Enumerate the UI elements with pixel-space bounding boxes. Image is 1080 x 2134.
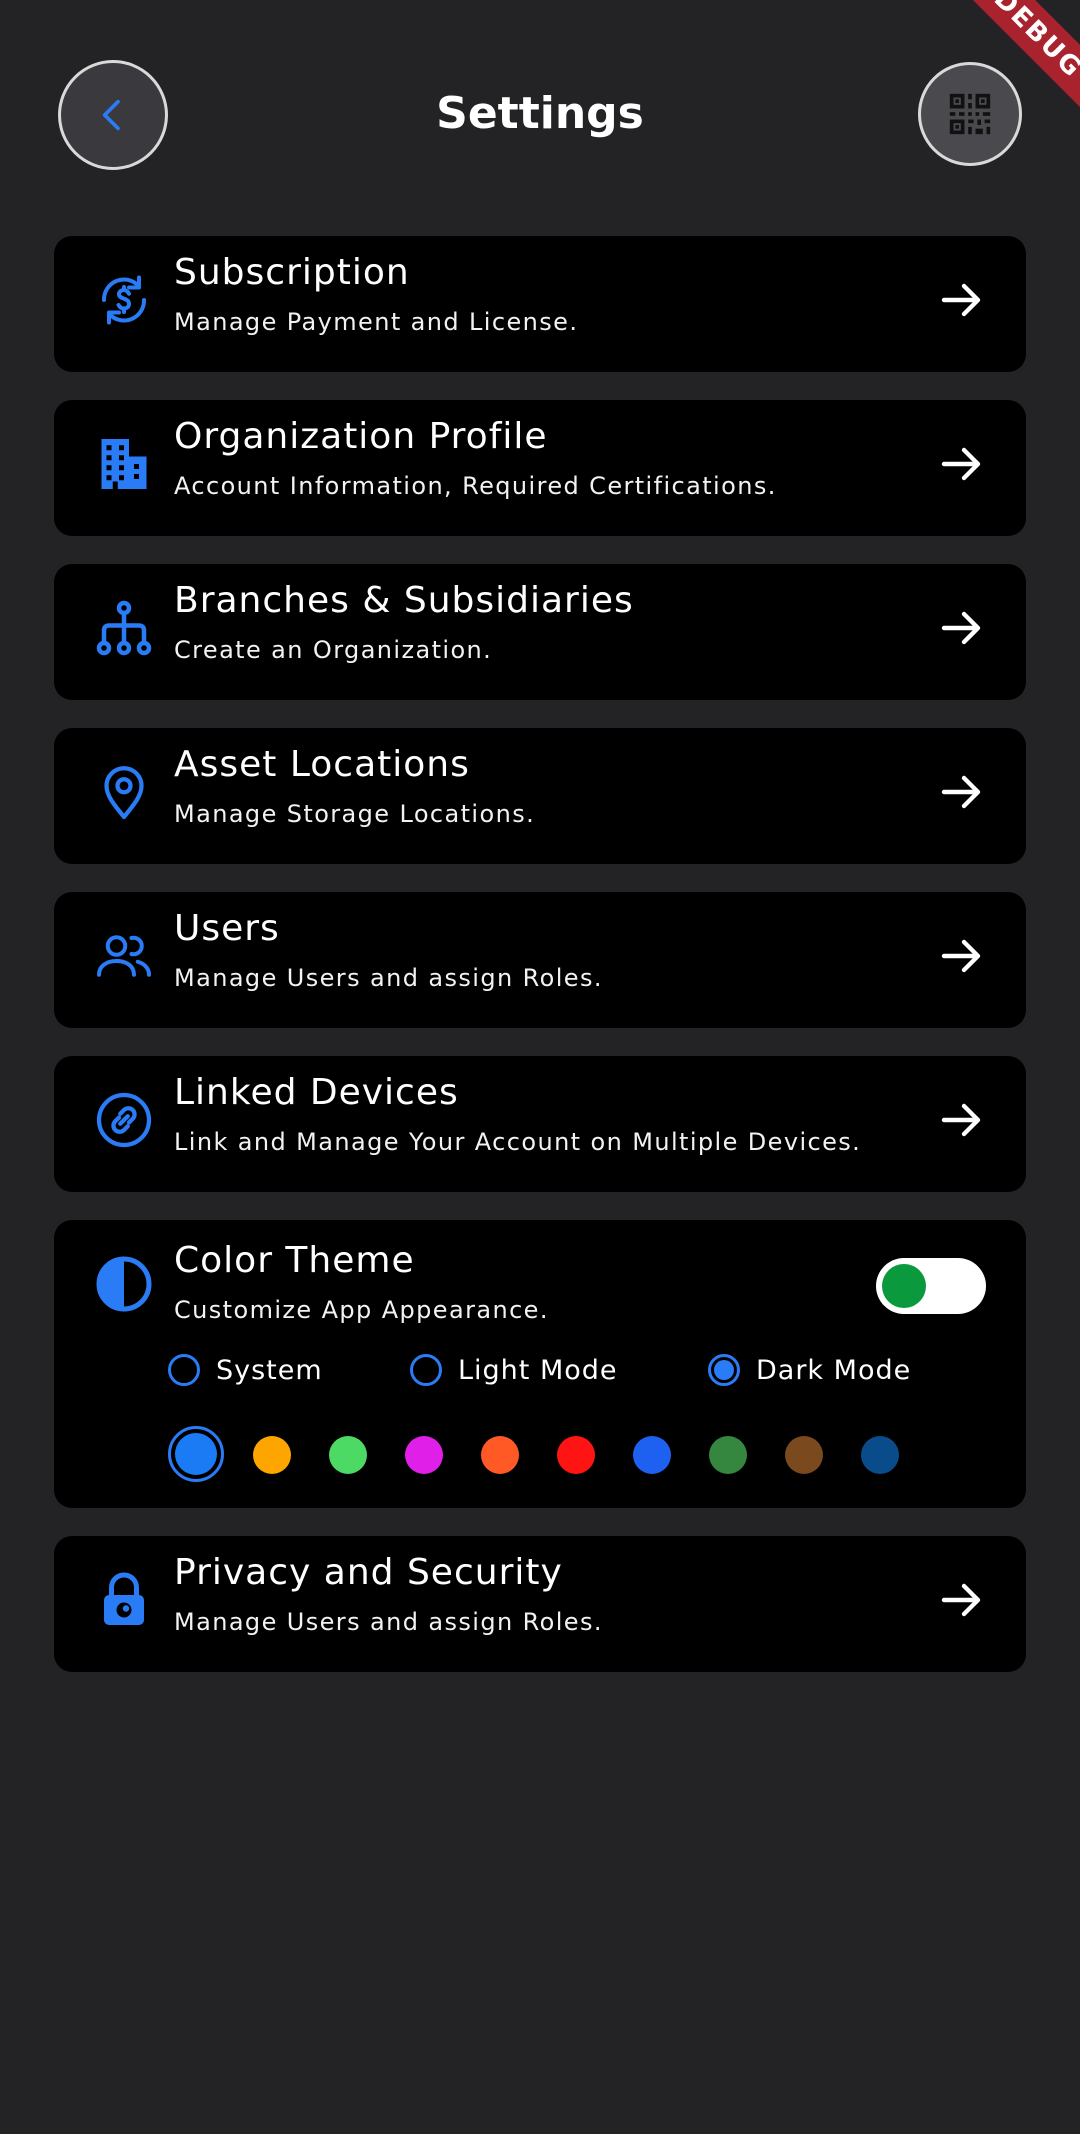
- color-swatch[interactable]: [329, 1436, 367, 1474]
- color-swatch-row: [168, 1426, 988, 1482]
- color-swatch[interactable]: [168, 1426, 224, 1482]
- radio-button: [410, 1354, 442, 1386]
- location-pin-icon: [104, 766, 144, 820]
- currency-cycle-icon: [101, 275, 147, 325]
- item-title: Asset Locations: [174, 744, 470, 785]
- arrow-right-icon: [941, 611, 981, 645]
- settings-item-subscription[interactable]: Subscription Manage Payment and License.: [54, 236, 1026, 372]
- item-subtitle: Create an Organization.: [174, 636, 493, 664]
- arrow-right-icon: [941, 775, 981, 809]
- item-title: Organization Profile: [174, 416, 548, 457]
- item-title: Subscription: [174, 252, 410, 293]
- radio-button: [168, 1354, 200, 1386]
- users-icon: [97, 935, 151, 977]
- item-subtitle: Manage Payment and License.: [174, 308, 579, 336]
- settings-item-privacy-security[interactable]: Privacy and Security Manage Users and as…: [54, 1536, 1026, 1672]
- lock-icon: [104, 1572, 144, 1625]
- radio-system[interactable]: System: [168, 1354, 323, 1386]
- color-swatch[interactable]: [557, 1436, 595, 1474]
- settings-item-branches[interactable]: Branches & Subsidiaries Create an Organi…: [54, 564, 1026, 700]
- toggle-knob: [882, 1264, 926, 1308]
- radio-label: Light Mode: [458, 1354, 618, 1386]
- color-swatch[interactable]: [709, 1436, 747, 1474]
- item-subtitle: Account Information, Required Certificat…: [174, 472, 777, 500]
- item-title: Branches & Subsidiaries: [174, 580, 634, 621]
- settings-list: Subscription Manage Payment and License.…: [54, 236, 1026, 1700]
- radio-button-selected: [708, 1354, 740, 1386]
- contrast-icon: [96, 1256, 152, 1312]
- item-title: Privacy and Security: [174, 1552, 563, 1593]
- radio-label: System: [216, 1354, 323, 1386]
- settings-item-asset-locations[interactable]: Asset Locations Manage Storage Locations…: [54, 728, 1026, 864]
- qr-code-button[interactable]: [918, 62, 1022, 166]
- color-swatch[interactable]: [481, 1436, 519, 1474]
- settings-item-linked-devices[interactable]: Linked Devices Link and Manage Your Acco…: [54, 1056, 1026, 1192]
- settings-item-organization-profile[interactable]: Organization Profile Account Information…: [54, 400, 1026, 536]
- arrow-right-icon: [941, 283, 981, 317]
- arrow-right-icon: [941, 1103, 981, 1137]
- item-subtitle: Link and Manage Your Account on Multiple…: [174, 1128, 862, 1156]
- item-subtitle: Manage Storage Locations.: [174, 800, 536, 828]
- radio-dark-mode[interactable]: Dark Mode: [708, 1354, 911, 1386]
- color-swatch-fill: [175, 1433, 217, 1475]
- item-subtitle: Manage Users and assign Roles.: [174, 1608, 603, 1636]
- theme-title: Color Theme: [174, 1240, 415, 1281]
- color-theme-card: Color Theme Customize App Appearance. Sy…: [54, 1220, 1026, 1508]
- color-swatch[interactable]: [253, 1436, 291, 1474]
- arrow-right-icon: [941, 939, 981, 973]
- theme-toggle[interactable]: [876, 1258, 986, 1314]
- theme-mode-group: System Light Mode Dark Mode: [168, 1354, 988, 1394]
- color-swatch[interactable]: [785, 1436, 823, 1474]
- qr-code-icon: [949, 93, 991, 135]
- arrow-right-icon: [941, 447, 981, 481]
- item-title: Linked Devices: [174, 1072, 459, 1113]
- theme-subtitle: Customize App Appearance.: [174, 1296, 549, 1324]
- settings-item-users[interactable]: Users Manage Users and assign Roles.: [54, 892, 1026, 1028]
- color-swatch[interactable]: [633, 1436, 671, 1474]
- color-swatch[interactable]: [861, 1436, 899, 1474]
- header: Settings: [0, 60, 1080, 170]
- radio-label: Dark Mode: [756, 1354, 912, 1386]
- link-icon: [96, 1092, 152, 1148]
- radio-light-mode[interactable]: Light Mode: [410, 1354, 618, 1386]
- color-swatch[interactable]: [405, 1436, 443, 1474]
- building-icon: [101, 439, 147, 489]
- item-title: Users: [174, 908, 280, 949]
- hierarchy-icon: [96, 600, 152, 656]
- item-subtitle: Manage Users and assign Roles.: [174, 964, 603, 992]
- arrow-right-icon: [941, 1583, 981, 1617]
